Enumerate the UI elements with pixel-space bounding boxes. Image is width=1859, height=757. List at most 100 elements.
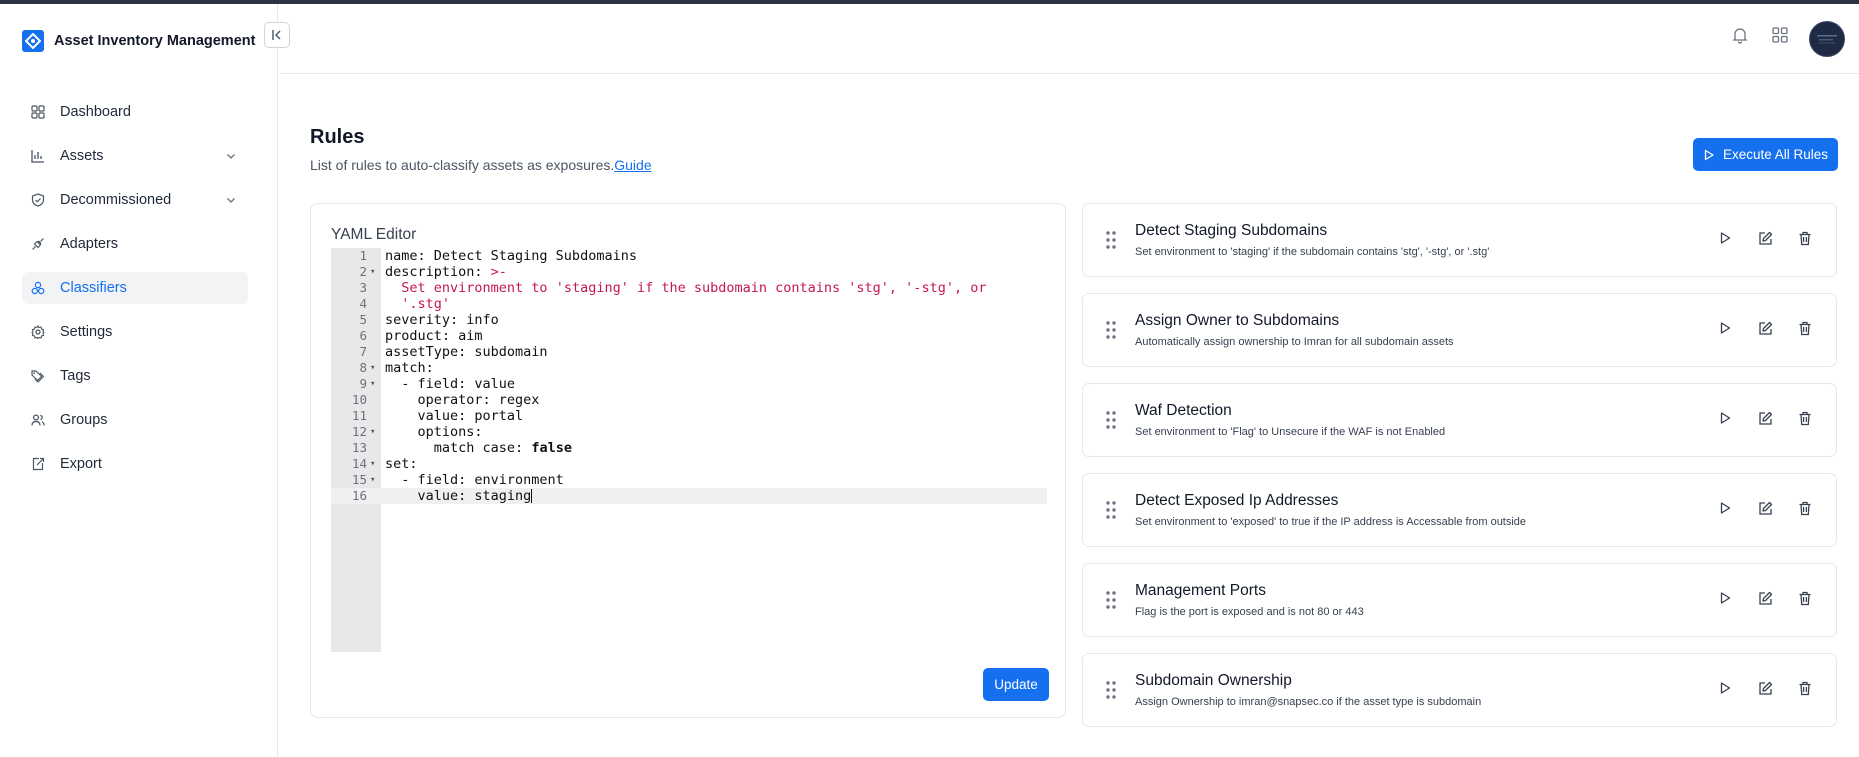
code-line: 7 assetType: subdomain xyxy=(331,344,1047,360)
trash-icon xyxy=(1798,231,1812,246)
edit-rule-button[interactable] xyxy=(1756,319,1774,337)
guide-link[interactable]: Guide xyxy=(614,157,651,173)
code-text: product: aim xyxy=(385,328,483,344)
trash-icon xyxy=(1798,501,1812,516)
code-plain: description: xyxy=(385,264,491,280)
shield-icon xyxy=(30,192,46,208)
rule-card[interactable]: Detect Staging Subdomains Set environment… xyxy=(1082,203,1837,277)
edit-icon xyxy=(1758,591,1773,606)
execute-all-rules-label: Execute All Rules xyxy=(1722,147,1829,162)
rule-card[interactable]: Subdomain Ownership Assign Ownership to i… xyxy=(1082,653,1837,727)
rule-card[interactable]: Detect Exposed Ip Addresses Set environme… xyxy=(1082,473,1837,547)
run-rule-button[interactable] xyxy=(1716,679,1734,697)
line-number: 1 xyxy=(359,248,367,263)
sidebar-item-decommissioned[interactable]: Decommissioned xyxy=(22,184,248,216)
sidebar-item-label: Classifiers xyxy=(60,280,127,296)
yaml-code-editor[interactable]: 1 name: Detect Staging Subdomains 2 ▾ descri… xyxy=(331,248,1047,652)
chevron-down-icon[interactable] xyxy=(224,149,238,163)
fold-toggle-icon[interactable]: ▾ xyxy=(370,376,375,392)
run-rule-button[interactable] xyxy=(1716,229,1734,247)
shapes-icon xyxy=(30,280,46,296)
code-line: 2 ▾ description: >- xyxy=(331,264,1047,280)
edit-rule-button[interactable] xyxy=(1756,679,1774,697)
fold-toggle-icon[interactable]: ▾ xyxy=(370,264,375,280)
code-text: Set environment to 'staging' if the subd… xyxy=(385,280,986,296)
edit-icon xyxy=(1758,231,1773,246)
app-logo-icon xyxy=(22,30,44,52)
delete-rule-button[interactable] xyxy=(1796,499,1814,517)
code-text: value: staging xyxy=(385,488,533,504)
sidebar-item-assets[interactable]: Assets xyxy=(22,140,248,172)
edit-rule-button[interactable] xyxy=(1756,409,1774,427)
fold-toggle-icon[interactable]: ▾ xyxy=(370,424,375,440)
rules-list: Detect Staging Subdomains Set environment… xyxy=(1082,203,1837,743)
delete-rule-button[interactable] xyxy=(1796,409,1814,427)
bell-icon[interactable] xyxy=(1729,24,1751,46)
rule-title: Detect Staging Subdomains xyxy=(1135,222,1328,239)
rule-title: Waf Detection xyxy=(1135,402,1232,419)
yaml-editor-card: YAML Editor 1 name: Detect Staging Subdom… xyxy=(310,203,1066,718)
code-text: - field: value xyxy=(385,376,515,392)
code-plain: - field: value xyxy=(385,376,516,392)
apps-grid-icon[interactable] xyxy=(1769,24,1791,46)
sidebar-item-dashboard[interactable]: Dashboard xyxy=(22,96,248,128)
fold-toggle-icon[interactable]: ▾ xyxy=(370,456,375,472)
delete-rule-button[interactable] xyxy=(1796,319,1814,337)
rule-title: Subdomain Ownership xyxy=(1135,672,1292,689)
sidebar-item-export[interactable]: Export xyxy=(22,448,248,480)
edit-rule-button[interactable] xyxy=(1756,589,1774,607)
drag-handle-icon[interactable] xyxy=(1105,500,1117,520)
line-number: 8 xyxy=(359,360,367,375)
drag-handle-icon[interactable] xyxy=(1105,230,1117,250)
drag-handle-icon[interactable] xyxy=(1105,590,1117,610)
run-rule-button[interactable] xyxy=(1716,589,1734,607)
drag-handle-icon[interactable] xyxy=(1105,320,1117,340)
page-title: Rules xyxy=(310,126,365,148)
run-rule-button[interactable] xyxy=(1716,409,1734,427)
code-plain: match case: xyxy=(385,440,532,456)
drag-handle-icon[interactable] xyxy=(1105,680,1117,700)
code-plain: match: xyxy=(385,360,434,376)
delete-rule-button[interactable] xyxy=(1796,679,1814,697)
update-button[interactable]: Update xyxy=(983,668,1049,701)
rule-card[interactable]: Assign Owner to Subdomains Automatically … xyxy=(1082,293,1837,367)
sidebar-item-settings[interactable]: Settings xyxy=(22,316,248,348)
rule-description: Set environment to 'Flag' to Unsecure if… xyxy=(1135,426,1446,438)
rule-card[interactable]: Management Ports Flag is the port is expo… xyxy=(1082,563,1837,637)
code-plain: value: portal xyxy=(385,408,524,424)
code-text: set: xyxy=(385,456,418,472)
delete-rule-button[interactable] xyxy=(1796,589,1814,607)
sidebar-item-tags[interactable]: Tags xyxy=(22,360,248,392)
code-text: match case: false xyxy=(385,440,572,456)
edit-rule-button[interactable] xyxy=(1756,499,1774,517)
avatar[interactable] xyxy=(1809,21,1845,57)
code-plain xyxy=(385,296,401,312)
rule-actions xyxy=(1716,319,1814,337)
run-rule-button[interactable] xyxy=(1716,319,1734,337)
rule-description: Assign Ownership to imran@snapsec.co if … xyxy=(1135,696,1482,708)
chevron-down-icon[interactable] xyxy=(224,193,238,207)
fold-toggle-icon[interactable]: ▾ xyxy=(370,360,375,376)
fold-toggle-icon[interactable]: ▾ xyxy=(370,472,375,488)
rule-card[interactable]: Waf Detection Set environment to 'Flag' t… xyxy=(1082,383,1837,457)
execute-all-rules-button[interactable]: Execute All Rules xyxy=(1693,138,1838,171)
rule-description: Set environment to 'exposed' to true if … xyxy=(1135,516,1527,528)
yaml-editor-label: YAML Editor xyxy=(331,226,417,243)
sidebar-item-label: Decommissioned xyxy=(60,192,172,208)
sidebar-item-classifiers[interactable]: Classifiers xyxy=(22,272,248,304)
export-icon xyxy=(30,456,46,472)
sidebar-item-groups[interactable]: Groups xyxy=(22,404,248,436)
sidebar-item-adapters[interactable]: Adapters xyxy=(22,228,248,260)
edit-rule-button[interactable] xyxy=(1756,229,1774,247)
code-plain xyxy=(385,280,401,296)
line-number: 4 xyxy=(359,296,367,311)
delete-rule-button[interactable] xyxy=(1796,229,1814,247)
drag-handle-icon[interactable] xyxy=(1105,410,1117,430)
brand[interactable]: Asset Inventory Management xyxy=(22,30,255,52)
line-number: 11 xyxy=(351,408,367,423)
code-line: 3 Set environment to 'staging' if the su… xyxy=(331,280,1047,296)
code-plain: name: Detect Staging Subdomains xyxy=(385,248,637,264)
code-line: 15 ▾ - field: environment xyxy=(331,472,1047,488)
run-rule-button[interactable] xyxy=(1716,499,1734,517)
sidebar: Asset Inventory Management Dashboard Asse… xyxy=(0,4,278,757)
